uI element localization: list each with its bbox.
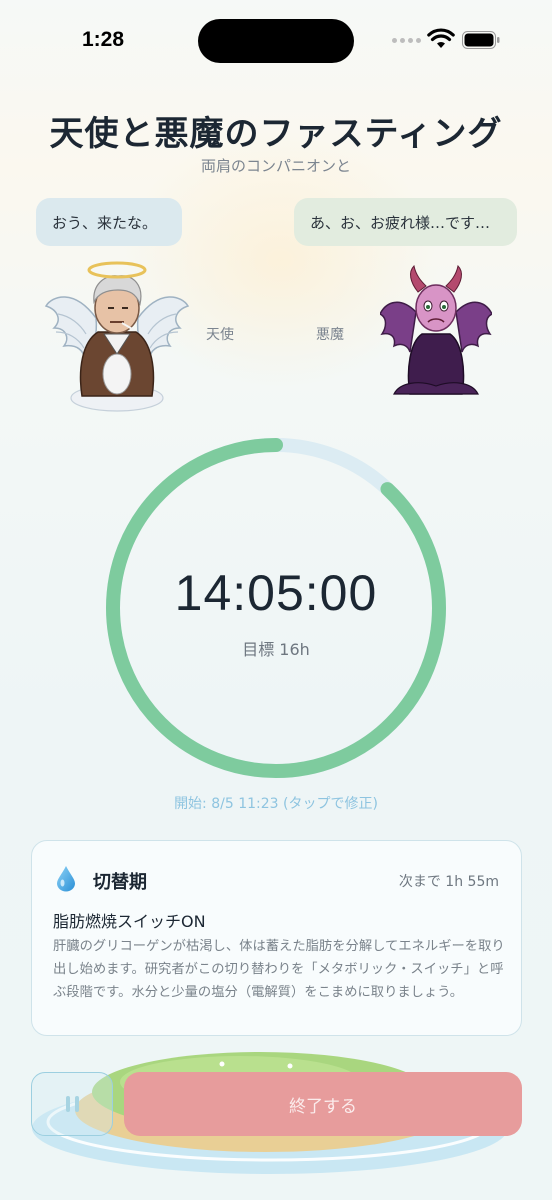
wifi-icon	[427, 28, 455, 48]
status-time: 1:28	[82, 28, 125, 51]
cellular-signal-icon	[392, 38, 421, 43]
app-subtitle: 両肩のコンパニオンと	[200, 157, 351, 175]
phase-name: 切替期	[93, 872, 147, 893]
battery-icon	[462, 31, 500, 49]
angel-label: 天使	[206, 327, 234, 343]
phase-info-card: 切替期 次まで 1h 55m 脂肪燃焼スイッチON 肝臓のグリコーゲンが枯渇し、…	[31, 840, 522, 1036]
start-time-edit-link[interactable]: 開始: 8/5 11:23 (タップで修正)	[0, 793, 552, 813]
pause-icon	[65, 1096, 79, 1112]
devil-character-icon[interactable]	[380, 262, 492, 402]
goal-label: 目標 16h	[242, 640, 310, 659]
angel-character-icon[interactable]	[44, 258, 190, 416]
elapsed-timer: 14:05:00	[174, 565, 378, 621]
dynamic-island	[198, 19, 354, 63]
time-to-next-phase: 次まで 1h 55m	[398, 874, 499, 890]
angel-speech-bubble: おう、来たな。	[36, 198, 182, 246]
phase-description: 肝臓のグリコーゲンが枯渇し、体は蓄えた脂肪を分解してエネルギーを取り出し始めます…	[53, 939, 505, 1000]
angel-speech-text: おう、来たな。	[52, 213, 158, 232]
status-bar: 1:28	[0, 0, 552, 80]
pause-button[interactable]	[31, 1072, 113, 1136]
devil-label: 悪魔	[316, 327, 344, 343]
water-drop-icon	[57, 866, 75, 892]
devil-speech-bubble: あ、お、お疲れ様…です…	[294, 198, 517, 246]
phase-heading: 脂肪燃焼スイッチON	[53, 912, 206, 931]
end-fast-button[interactable]: 終了する	[124, 1072, 522, 1136]
devil-speech-text: あ、お、お疲れ様…です…	[310, 213, 491, 232]
app-title: 天使と悪魔のファスティング	[49, 114, 503, 154]
end-fast-label: 終了する	[289, 1096, 357, 1117]
